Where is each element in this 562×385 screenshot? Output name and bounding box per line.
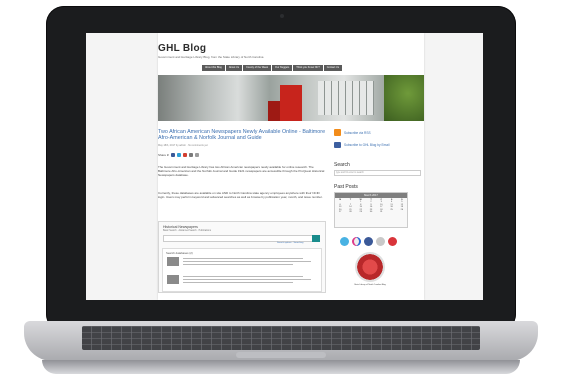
laptop-front-edge xyxy=(42,360,520,374)
calendar-grid: M T W T F S S 1 2 3 4 5 6 7 8 9 10 11 12 13 14 15 16 17 18 19 20 21… xyxy=(335,198,407,214)
nav-about-us[interactable]: About Us xyxy=(225,65,243,71)
post-title[interactable]: Two African American Newspapers Newly Av… xyxy=(158,129,326,141)
header-banner-image xyxy=(158,75,424,121)
sidebar: Subscribe via RSS Subscribe to GHL Blog … xyxy=(334,129,424,286)
calendar: March 2017 M T W T F S S 1 2 3 4 5 6 7 8 9 10 11 12 13 14 15 1… xyxy=(334,192,408,228)
print-share-icon[interactable] xyxy=(195,153,200,157)
newspaper-search-screenshot: Historical Newspapers Basic Search · Adv… xyxy=(158,221,326,293)
email-subscribe[interactable]: Subscribe to GHL Blog by Email xyxy=(334,142,424,148)
past-posts-heading: Past Posts xyxy=(334,184,358,190)
blog-page: GHL Blog Government and Heritage Library… xyxy=(158,33,424,300)
nav-contact-us[interactable]: Contact Us xyxy=(323,65,343,71)
share-label: Share it! xyxy=(158,153,170,157)
result-text-line xyxy=(183,279,311,281)
badge-caption: State Library of North Carolina Blog xyxy=(354,284,386,286)
email-share-icon[interactable] xyxy=(189,153,194,157)
result-text-line xyxy=(183,258,303,260)
facebook-share-icon[interactable] xyxy=(171,153,176,157)
google-share-icon[interactable] xyxy=(183,153,188,157)
rss-icon xyxy=(334,129,341,136)
post-paragraph-1: The Government and Heritage Library has … xyxy=(158,165,325,178)
flickr-icon[interactable] xyxy=(352,237,361,246)
result-text-line xyxy=(183,261,311,263)
nav-county-of-week[interactable]: County of the Week xyxy=(243,65,272,71)
widget-links[interactable]: Search options · Searching xyxy=(277,242,303,244)
calendar-date[interactable]: 28 xyxy=(345,211,355,213)
nav-think-you-know-nc[interactable]: Think you Know NC? xyxy=(293,65,323,71)
youtube-icon[interactable] xyxy=(376,237,385,246)
nav-about-blog[interactable]: About this Blog xyxy=(202,65,225,71)
calendar-date[interactable]: 31 xyxy=(376,211,386,213)
building-windows xyxy=(318,81,374,115)
calendar-date xyxy=(386,211,396,213)
post-meta: May 18th, 2017 by admin · No comments ye… xyxy=(158,144,208,147)
blog-badge-logo[interactable] xyxy=(355,252,385,282)
mail-icon xyxy=(334,142,341,148)
result-thumbnail xyxy=(167,257,179,266)
tree xyxy=(384,75,424,121)
twitter-share-icon[interactable] xyxy=(177,153,182,157)
nav-our-nuggets[interactable]: Our Nuggets xyxy=(272,65,293,71)
blog-subtitle: Government and Heritage Library Blog, fr… xyxy=(158,55,264,59)
blog-title[interactable]: GHL Blog xyxy=(158,43,206,54)
email-subscribe-label[interactable]: Subscribe to GHL Blog by Email xyxy=(344,143,389,147)
share-bar: Share it! xyxy=(158,153,200,157)
twitter-icon[interactable] xyxy=(340,237,349,246)
widget-title: Historical Newspapers xyxy=(163,225,198,229)
calendar-date[interactable]: 27 xyxy=(335,211,345,213)
result-text-line xyxy=(183,276,303,278)
laptop-screen: GHL Blog Government and Heritage Library… xyxy=(86,33,483,300)
results-title: Search databases (2) xyxy=(166,251,193,255)
calendar-date[interactable]: 29 xyxy=(356,211,366,213)
search-results-panel: Search databases (2) xyxy=(162,248,322,292)
search-heading: Search xyxy=(334,162,350,168)
calendar-date[interactable]: 30 xyxy=(366,211,376,213)
post-paragraph-2: Currently, these databases are available… xyxy=(158,191,323,200)
rss-icon[interactable] xyxy=(388,237,397,246)
result-text-line xyxy=(183,264,293,266)
rss-subscribe[interactable]: Subscribe via RSS xyxy=(334,129,424,136)
social-icons xyxy=(340,237,424,246)
result-thumbnail xyxy=(167,275,179,284)
widget-search-input[interactable] xyxy=(163,235,313,242)
result-text-line xyxy=(183,282,293,284)
rss-subscribe-label[interactable]: Subscribe via RSS xyxy=(344,131,371,135)
facebook-icon[interactable] xyxy=(364,237,373,246)
sidebar-search-input[interactable]: type and hit enter to search xyxy=(334,170,421,176)
red-structure xyxy=(280,85,302,121)
top-navigation: About this Blog About Us County of the W… xyxy=(202,65,343,71)
trackpad xyxy=(236,352,326,358)
widget-search-button[interactable] xyxy=(312,235,320,242)
keyboard-rows xyxy=(82,326,480,350)
calendar-date xyxy=(397,211,407,213)
widget-tabs: Basic Search · Advanced Search · Publica… xyxy=(163,230,212,232)
camera-icon xyxy=(280,14,284,18)
